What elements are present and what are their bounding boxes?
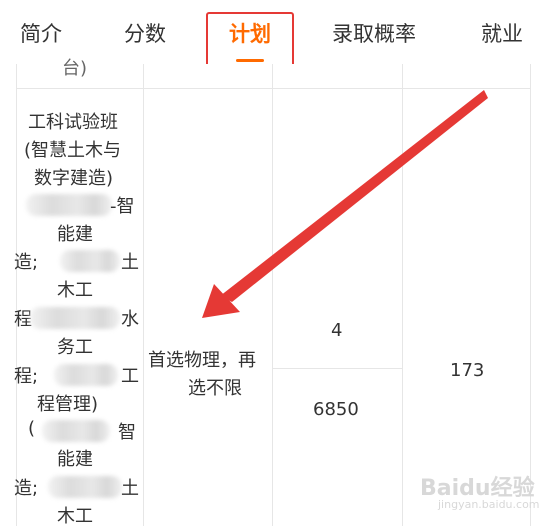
major-name-line: 造; — [14, 252, 39, 273]
major-name-line: 智 — [118, 422, 136, 443]
major-name-line: 务工 — [57, 337, 93, 358]
major-name-line: 数字建造) — [34, 168, 114, 189]
watermark-url: jingyan.baidu.com — [438, 498, 540, 511]
major-name-line: 木工 — [57, 506, 93, 527]
major-name-line: 工 — [121, 366, 139, 387]
major-name-partial: 台) — [62, 58, 88, 79]
table-border — [143, 64, 144, 526]
blurred-text — [60, 250, 120, 272]
tab-employment[interactable]: 就业 — [481, 18, 523, 48]
major-name-line: 能建 — [57, 224, 93, 245]
subject-requirement: 首选物理，再 — [148, 350, 256, 371]
subject-requirement: 选不限 — [188, 378, 242, 399]
blurred-text — [42, 420, 110, 442]
plan-count: 4 — [331, 320, 343, 341]
tuition-value: 6850 — [313, 399, 359, 420]
row-divider — [16, 88, 530, 89]
major-name-line: 程; — [14, 366, 39, 387]
total-value: 173 — [450, 360, 485, 381]
blurred-text — [26, 194, 112, 216]
cell-divider — [272, 368, 402, 369]
tab-admission-probability[interactable]: 录取概率 — [332, 18, 416, 48]
blurred-text — [30, 307, 120, 329]
table-border — [530, 64, 531, 526]
table-border — [272, 64, 273, 526]
tab-scores[interactable]: 分数 — [124, 18, 166, 48]
plan-table: 台) 工科试验班 (智慧土木与 数字建造) -智 能建 造; 土 木工 程 水 … — [0, 58, 551, 527]
major-name-line: 土 — [121, 478, 139, 499]
major-name-line: 工科试验班 — [28, 112, 118, 133]
blurred-text — [54, 364, 118, 386]
major-name-line: 土 — [121, 252, 139, 273]
major-name-line: ( — [28, 418, 36, 439]
blurred-text — [48, 476, 122, 498]
major-name-line: 木工 — [57, 280, 93, 301]
table-border — [16, 64, 17, 526]
major-name-line: 能建 — [57, 449, 93, 470]
major-name-line: 水 — [121, 309, 139, 330]
major-name-line: (智慧土木与 — [24, 140, 122, 161]
tab-intro[interactable]: 简介 — [20, 18, 62, 48]
major-name-line: 造; — [14, 478, 39, 499]
table-border — [402, 64, 403, 526]
major-name-line: 程管理) — [37, 394, 99, 415]
major-name-line: -智 — [110, 196, 135, 217]
